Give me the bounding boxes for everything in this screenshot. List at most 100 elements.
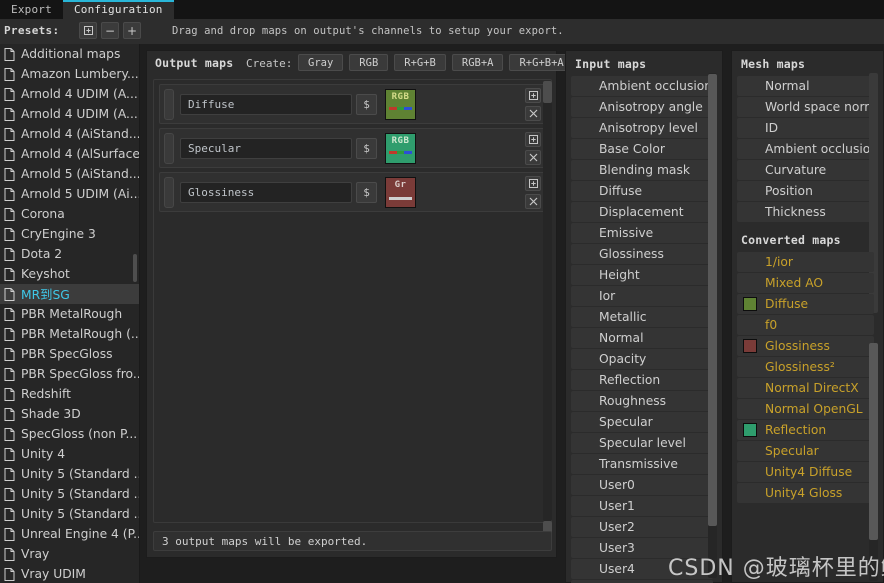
drag-handle[interactable] [164, 89, 174, 120]
preset-item[interactable]: Unity 5 (Standard ... [0, 484, 139, 504]
preset-item[interactable]: PBR SpecGloss fro... [0, 364, 139, 384]
list-item[interactable]: Anisotropy angle [571, 97, 713, 117]
preset-item[interactable]: Arnold 4 UDIM (A... [0, 104, 139, 124]
input-maps-scroll-thumb[interactable] [708, 74, 717, 526]
preset-item[interactable]: Keyshot [0, 264, 139, 284]
output-map-row[interactable]: Specular $ RGB [159, 128, 546, 168]
list-item[interactable]: Base Color [571, 139, 713, 159]
list-item[interactable]: Curvature [737, 160, 874, 180]
preset-item[interactable]: CryEngine 3 [0, 224, 139, 244]
preset-item[interactable]: Arnold 4 (AiStand... [0, 124, 139, 144]
list-item[interactable]: Normal OpenGL [737, 399, 874, 419]
list-item[interactable]: Ior [571, 286, 713, 306]
add-channel-button[interactable] [525, 132, 541, 147]
input-maps-scrollbar[interactable] [708, 73, 717, 578]
output-map-row[interactable]: Glossiness $ Gr [159, 172, 546, 212]
list-item[interactable]: Specular level [571, 433, 713, 453]
list-item[interactable]: Metallic [571, 307, 713, 327]
output-maps-scroll-track[interactable] [543, 81, 552, 521]
list-item[interactable]: Transmissive [571, 454, 713, 474]
presets-scrollbar[interactable] [133, 44, 137, 583]
list-item[interactable]: Emissive [571, 223, 713, 243]
create-rgb-button[interactable]: RGB [349, 54, 389, 71]
list-item[interactable]: User3 [571, 538, 713, 558]
preset-item[interactable]: Redshift [0, 384, 139, 404]
map-name-input[interactable]: Glossiness [180, 182, 352, 203]
list-item[interactable]: Reflection [571, 370, 713, 390]
input-maps-list[interactable]: Ambient occlusion Anisotropy angle Anisotr… [566, 76, 722, 583]
map-name-input[interactable]: Specular [180, 138, 352, 159]
preset-item[interactable]: Arnold 5 UDIM (Ai... [0, 184, 139, 204]
channel-chip[interactable]: RGB [385, 89, 416, 120]
duplicate-preset-button[interactable] [79, 22, 97, 39]
converted-maps-list[interactable]: 1/ior Mixed AO Diffuse f0 Glossiness Glossine… [732, 252, 883, 503]
remove-preset-button[interactable]: − [101, 22, 119, 39]
drag-handle[interactable] [164, 177, 174, 208]
preset-item[interactable]: PBR MetalRough [0, 304, 139, 324]
preset-item[interactable]: Unity 5 (Standard ... [0, 504, 139, 524]
converted-maps-scroll-thumb[interactable] [869, 343, 878, 540]
create-rgb-a-button[interactable]: RGB+A [451, 54, 504, 71]
list-item[interactable]: Diffuse [737, 294, 874, 314]
preset-item[interactable]: Arnold 4 (AlSurface) [0, 144, 139, 164]
mesh-maps-list[interactable]: Normal World space normal ID Ambient occlus… [732, 76, 883, 222]
list-item[interactable]: Unity4 Diffuse [737, 462, 874, 482]
output-maps-scrollbar[interactable] [543, 81, 552, 535]
converted-maps-scrollbar[interactable] [869, 343, 878, 581]
preset-item[interactable]: Vray [0, 544, 139, 564]
presets-scrollbar-thumb[interactable] [133, 254, 137, 282]
presets-list-panel[interactable]: Additional maps Amazon Lumbery... Arnold 4… [0, 44, 140, 583]
preset-item[interactable]: Corona [0, 204, 139, 224]
variable-button[interactable]: $ [356, 94, 377, 115]
list-item[interactable]: Normal [737, 76, 874, 96]
output-map-row[interactable]: Diffuse $ RGB [159, 84, 546, 124]
list-item[interactable]: Reflection [737, 420, 874, 440]
preset-item[interactable]: Additional maps [0, 44, 139, 64]
add-channel-button[interactable] [525, 176, 541, 191]
preset-item[interactable]: Unreal Engine 4 (P... [0, 524, 139, 544]
add-preset-button[interactable]: + [123, 22, 141, 39]
tab-export[interactable]: Export [0, 0, 63, 19]
preset-item[interactable]: Amazon Lumbery... [0, 64, 139, 84]
list-item[interactable]: Unity4 Gloss [737, 483, 874, 503]
list-item[interactable]: Displacement [571, 202, 713, 222]
list-item[interactable]: Ambient occlusion [737, 139, 874, 159]
list-item[interactable]: User0 [571, 475, 713, 495]
channel-chip[interactable]: Gr [385, 177, 416, 208]
list-item[interactable]: Specular [737, 441, 874, 461]
list-item[interactable]: Thickness [737, 202, 874, 222]
preset-item[interactable]: Arnold 5 (AiStand... [0, 164, 139, 184]
channel-chip[interactable]: RGB [385, 133, 416, 164]
output-maps-list[interactable]: Diffuse $ RGB Specular $ RGB Glossiness $ Gr [153, 79, 552, 523]
preset-item[interactable]: Vray UDIM [0, 564, 139, 583]
list-item[interactable]: Glossiness [737, 336, 874, 356]
list-item[interactable]: Mixed AO [737, 273, 874, 293]
list-item[interactable]: f0 [737, 315, 874, 335]
list-item[interactable]: Glossiness² [737, 357, 874, 377]
preset-item[interactable]: SpecGloss (non P... [0, 424, 139, 444]
variable-button[interactable]: $ [356, 182, 377, 203]
map-name-input[interactable]: Diffuse [180, 94, 352, 115]
list-item[interactable]: User4 [571, 559, 713, 579]
list-item[interactable]: Ambient occlusion [571, 76, 713, 96]
list-item[interactable]: 1/ior [737, 252, 874, 272]
preset-item[interactable]: PBR MetalRough (... [0, 324, 139, 344]
output-maps-scroll-thumb[interactable] [543, 81, 552, 103]
list-item[interactable]: Height [571, 265, 713, 285]
list-item[interactable]: Specular [571, 412, 713, 432]
list-item[interactable]: Normal [571, 328, 713, 348]
list-item[interactable]: ID [737, 118, 874, 138]
remove-map-button[interactable] [525, 150, 541, 165]
preset-item[interactable]: Dota 2 [0, 244, 139, 264]
preset-item-selected[interactable]: MR到SG [0, 284, 139, 304]
remove-map-button[interactable] [525, 106, 541, 121]
preset-item[interactable]: PBR SpecGloss [0, 344, 139, 364]
drag-handle[interactable] [164, 133, 174, 164]
preset-item[interactable]: Unity 4 [0, 444, 139, 464]
add-channel-button[interactable] [525, 88, 541, 103]
list-item[interactable]: Opacity [571, 349, 713, 369]
create-gray-button[interactable]: Gray [298, 54, 344, 71]
preset-item[interactable]: Unity 5 (Standard ... [0, 464, 139, 484]
list-item[interactable]: Normal DirectX [737, 378, 874, 398]
remove-map-button[interactable] [525, 194, 541, 209]
